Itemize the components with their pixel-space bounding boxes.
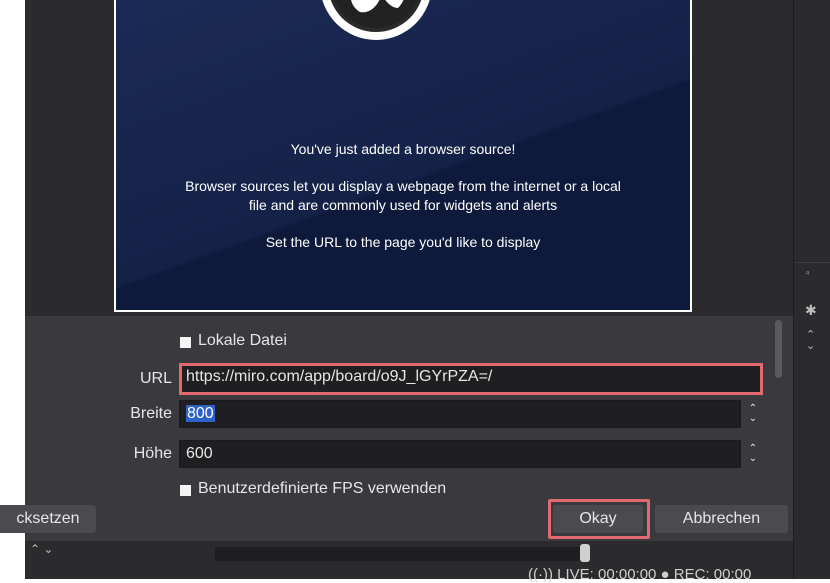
url-value: https://miro.com/app/board/o9J_lGYrPZA=/: [186, 368, 493, 385]
custom-fps-checkbox[interactable]: [180, 485, 191, 496]
cancel-button[interactable]: Abbrechen: [655, 505, 788, 533]
height-value: 600: [186, 445, 213, 462]
dialog-scrollbar[interactable]: [775, 320, 782, 378]
gear-icon[interactable]: ✱: [805, 302, 817, 319]
preview-heading: You've just added a browser source!: [290, 141, 516, 157]
preview-instruction: Set the URL to the page you'd like to di…: [265, 234, 541, 250]
okay-button-highlight: [548, 499, 650, 539]
volume-slider-thumb[interactable]: [580, 544, 590, 562]
status-live-rec: ((·)) LIVE: 00:00:00 ● REC: 00:00: [528, 566, 752, 583]
height-spinner[interactable]: ⌃ ⌄: [746, 440, 760, 468]
dock-small-icon[interactable]: ▫: [806, 268, 810, 279]
preview-area: You've just added a browser source! Brow…: [25, 0, 793, 316]
url-label: URL: [139, 370, 172, 387]
height-input[interactable]: 600: [179, 440, 741, 468]
height-label: Höhe: [133, 445, 172, 462]
local-file-checkbox[interactable]: [180, 337, 191, 348]
preview-description-2: file and are commonly used for widgets a…: [248, 197, 558, 213]
right-dock-strip: ▫ ✱ ⌃ ⌄: [793, 0, 830, 579]
width-input[interactable]: 800: [179, 400, 741, 428]
dock-divider: [794, 262, 830, 263]
width-spinner[interactable]: ⌃ ⌄: [746, 400, 760, 428]
updown-icon[interactable]: ⌃ ⌄: [806, 330, 815, 352]
browser-source-preview: You've just added a browser source! Brow…: [114, 0, 692, 312]
chevron-down-icon[interactable]: ⌄: [749, 454, 757, 464]
width-value: 800: [186, 405, 215, 422]
url-input[interactable]: https://miro.com/app/board/o9J_lGYrPZA=/: [179, 363, 763, 395]
local-file-label: Lokale Datei: [198, 332, 287, 349]
custom-fps-label: Benutzerdefinierte FPS verwenden: [198, 480, 447, 497]
width-label: Breite: [130, 405, 172, 422]
reset-button[interactable]: cksetzen: [0, 505, 96, 533]
volume-slider[interactable]: [215, 547, 585, 561]
obs-logo-icon: [320, 0, 432, 40]
preview-description-1: Browser sources let you display a webpag…: [185, 178, 621, 194]
caret-icon[interactable]: ⌃ ⌄: [30, 542, 53, 556]
chevron-down-icon[interactable]: ⌄: [749, 414, 757, 424]
